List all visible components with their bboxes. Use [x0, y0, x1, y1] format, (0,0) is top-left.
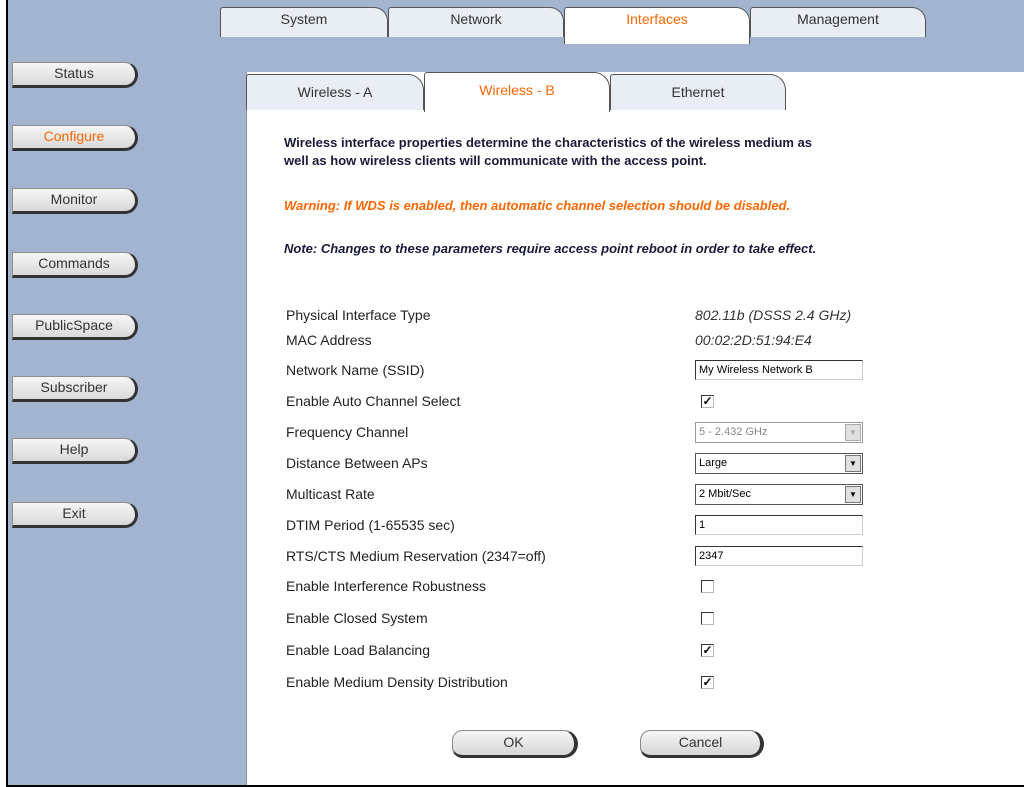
multicast-rate-value: 2 Mbit/Sec: [699, 488, 751, 500]
mac-address-value: 00:02:2D:51:94:E4: [695, 332, 812, 348]
sidebar-item-configure[interactable]: Configure: [12, 125, 138, 151]
chevron-down-icon: ▼: [845, 486, 861, 503]
physical-interface-type-value: 802.11b (DSSS 2.4 GHz): [695, 307, 852, 323]
frequency-channel-value: 5 - 2.432 GHz: [699, 426, 768, 438]
physical-interface-type-label: Physical Interface Type: [286, 307, 431, 323]
frequency-channel-label: Frequency Channel: [286, 424, 409, 440]
chevron-down-icon: ▼: [845, 455, 861, 472]
sidebar-item-publicspace[interactable]: PublicSpace: [12, 314, 138, 340]
interference-robustness-label: Enable Interference Robustness: [286, 578, 487, 594]
tab-system[interactable]: System: [220, 7, 388, 37]
sidebar: Status Configure Monitor Commands Public…: [8, 0, 212, 785]
closed-system-checkbox[interactable]: [701, 612, 714, 625]
intro-line-2: well as how wireless clients will commun…: [284, 153, 707, 168]
sidebar-item-exit[interactable]: Exit: [12, 502, 138, 528]
medium-density-label: Enable Medium Density Distribution: [286, 674, 508, 690]
ok-button[interactable]: OK: [452, 730, 578, 758]
tab-ethernet[interactable]: Ethernet: [610, 74, 786, 110]
multicast-rate-label: Multicast Rate: [286, 486, 375, 502]
cancel-button[interactable]: Cancel: [640, 730, 764, 758]
tab-wireless-a[interactable]: Wireless - A: [246, 74, 424, 110]
load-balancing-label: Enable Load Balancing: [286, 642, 431, 658]
warning-text: Warning: If WDS is enabled, then automat…: [284, 198, 791, 213]
tab-management[interactable]: Management: [750, 7, 926, 37]
intro-line-1: Wireless interface properties determine …: [284, 135, 813, 150]
multicast-rate-select[interactable]: 2 Mbit/Sec ▼: [695, 484, 863, 505]
frequency-channel-select[interactable]: 5 - 2.432 GHz ▼: [695, 422, 863, 443]
tab-network[interactable]: Network: [388, 7, 564, 37]
tab-interfaces[interactable]: Interfaces: [564, 7, 750, 44]
rts-cts-label: RTS/CTS Medium Reservation (2347=off): [286, 548, 546, 564]
sidebar-item-subscriber[interactable]: Subscriber: [12, 376, 138, 402]
dtim-period-input[interactable]: 1: [695, 515, 863, 535]
sidebar-item-monitor[interactable]: Monitor: [12, 188, 138, 214]
load-balancing-checkbox[interactable]: ✓: [701, 644, 714, 657]
sidebar-item-status[interactable]: Status: [12, 62, 138, 88]
browser-frame: Status Configure Monitor Commands Public…: [6, 0, 1024, 787]
tab-wireless-b[interactable]: Wireless - B: [424, 72, 610, 112]
closed-system-label: Enable Closed System: [286, 610, 428, 626]
sidebar-item-commands[interactable]: Commands: [12, 252, 138, 278]
chevron-down-icon: ▼: [845, 424, 861, 441]
network-name-label: Network Name (SSID): [286, 362, 425, 378]
distance-label: Distance Between APs: [286, 455, 428, 471]
sidebar-item-help[interactable]: Help: [12, 438, 138, 464]
medium-density-checkbox[interactable]: ✓: [701, 676, 714, 689]
rts-cts-input[interactable]: 2347: [695, 546, 863, 566]
distance-value: Large: [699, 457, 728, 469]
network-name-input[interactable]: My Wireless Network B: [695, 360, 863, 380]
dtim-period-label: DTIM Period (1-65535 sec): [286, 517, 455, 533]
interference-robustness-checkbox[interactable]: [701, 580, 714, 593]
mac-address-label: MAC Address: [286, 332, 372, 348]
auto-channel-checkbox[interactable]: ✓: [701, 395, 714, 408]
note-text: Note: Changes to these parameters requir…: [284, 241, 817, 256]
top-tab-bar: System Network Interfaces Management: [212, 0, 1024, 44]
auto-channel-label: Enable Auto Channel Select: [286, 393, 461, 409]
distance-select[interactable]: Large ▼: [695, 453, 863, 474]
